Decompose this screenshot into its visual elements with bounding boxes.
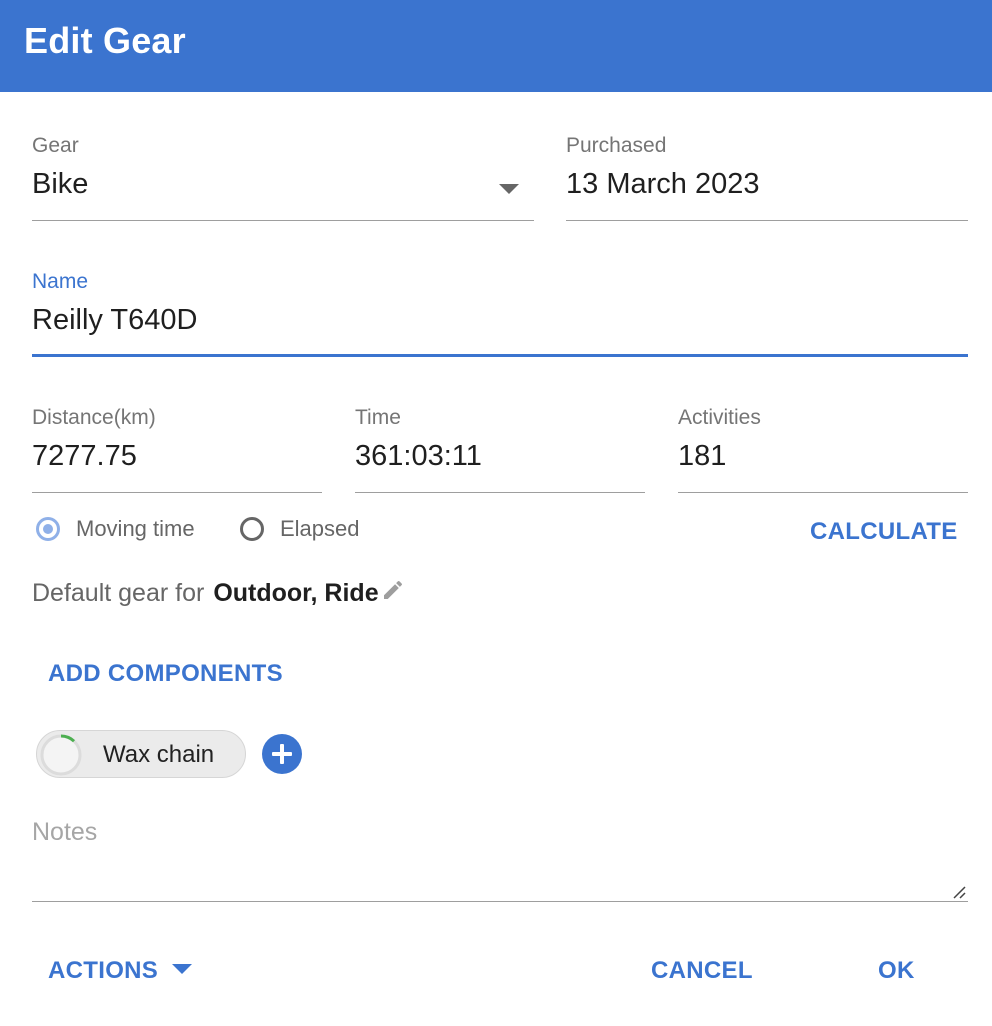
dialog-title-bar: Edit Gear xyxy=(0,0,992,92)
time-value[interactable]: 361:03:11 xyxy=(355,440,482,473)
radio-checked-icon xyxy=(36,517,60,541)
ok-button[interactable]: OK xyxy=(878,957,915,985)
dialog-title: Edit Gear xyxy=(24,20,186,61)
default-gear-prefix: Default gear for xyxy=(32,579,205,607)
add-component-icon[interactable] xyxy=(262,734,302,774)
gear-label: Gear xyxy=(32,134,79,157)
notes-underline xyxy=(32,901,968,902)
time-underline xyxy=(355,492,645,493)
activities-underline xyxy=(678,492,968,493)
component-progress-ring xyxy=(40,734,82,776)
gear-value: Bike xyxy=(32,168,89,200)
name-field[interactable]: Name Reilly T640D xyxy=(32,270,968,358)
purchased-value: 13 March 2023 xyxy=(566,168,760,200)
time-field[interactable]: Time 361:03:11 xyxy=(355,406,645,494)
caret-down-icon xyxy=(172,963,193,974)
gear-select[interactable]: Gear Bike xyxy=(32,134,534,222)
notes-textarea[interactable]: Notes xyxy=(32,812,968,902)
dropdown-arrow-icon[interactable] xyxy=(499,184,519,194)
distance-field[interactable]: Distance(km) 7277.75 xyxy=(32,406,322,494)
gear-underline xyxy=(32,220,534,221)
actions-label: ACTIONS xyxy=(48,957,159,984)
component-chip[interactable]: Wax chain xyxy=(36,730,246,778)
notes-placeholder: Notes xyxy=(32,818,98,846)
activities-label: Activities xyxy=(678,406,761,429)
activities-field[interactable]: Activities 181 xyxy=(678,406,968,494)
name-label: Name xyxy=(32,270,89,293)
radio-moving-time[interactable]: Moving time xyxy=(36,516,195,542)
edit-pencil-icon[interactable] xyxy=(381,578,405,609)
distance-value[interactable]: 7277.75 xyxy=(32,440,137,473)
radio-unchecked-icon xyxy=(240,517,264,541)
actions-menu-button[interactable]: ACTIONS xyxy=(48,957,193,985)
time-label: Time xyxy=(355,406,401,429)
resize-handle-icon[interactable] xyxy=(952,885,966,899)
purchased-underline xyxy=(566,220,968,221)
distance-label: Distance(km) xyxy=(32,406,156,429)
add-components-button[interactable]: ADD COMPONENTS xyxy=(48,660,283,688)
purchased-field[interactable]: Purchased 13 March 2023 xyxy=(566,134,968,222)
default-gear-line: Default gear for Outdoor, Ride xyxy=(32,578,405,609)
component-chip-label: Wax chain xyxy=(103,741,215,768)
radio-elapsed[interactable]: Elapsed xyxy=(240,516,360,542)
activities-value[interactable]: 181 xyxy=(678,440,726,473)
name-input[interactable]: Reilly T640D xyxy=(32,304,197,337)
name-underline xyxy=(32,354,968,357)
calculate-button[interactable]: CALCULATE xyxy=(810,518,958,546)
distance-underline xyxy=(32,492,322,493)
radio-elapsed-label: Elapsed xyxy=(280,516,360,541)
radio-moving-time-label: Moving time xyxy=(76,516,195,541)
purchased-label: Purchased xyxy=(566,134,667,157)
cancel-button[interactable]: CANCEL xyxy=(651,957,753,985)
edit-gear-dialog: Gear Bike Purchased 13 March 2023 Name R… xyxy=(0,92,992,1026)
default-gear-value: Outdoor, Ride xyxy=(213,579,379,607)
